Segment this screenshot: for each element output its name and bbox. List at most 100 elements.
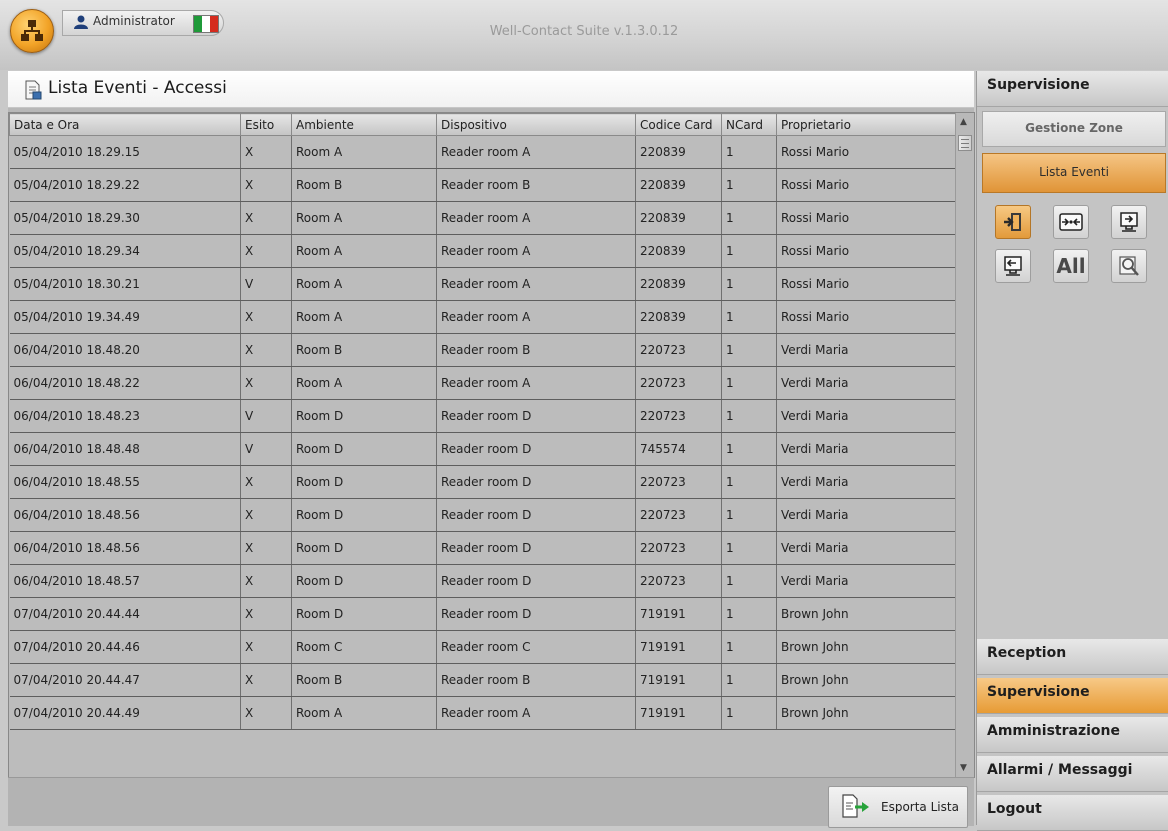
table-cell: Verdi Maria [776, 465, 956, 499]
page-title: Lista Eventi - Accessi [48, 78, 227, 98]
search-events-filter-button[interactable] [1111, 249, 1147, 283]
table-cell: X [240, 366, 292, 400]
table-row[interactable]: 06/04/2010 18.48.56 X Room D Reader room D2… [9, 531, 956, 565]
table-row[interactable]: 05/04/2010 19.34.49 X Room A Reader room A2… [9, 300, 956, 334]
table-cell: X [240, 465, 292, 499]
table-row[interactable]: 05/04/2010 18.30.21 V Room A Reader room A2… [9, 267, 956, 301]
table-cell: 06/04/2010 18.48.55 [9, 465, 241, 499]
column-header-ambiente[interactable]: Ambiente [291, 113, 437, 136]
scroll-down-icon[interactable]: ▼ [960, 763, 967, 773]
transit-events-filter-button[interactable] [1053, 205, 1089, 239]
table-row[interactable]: 06/04/2010 18.48.48 V Room D Reader room D7… [9, 432, 956, 466]
device-in-icon [1120, 212, 1138, 232]
table-cell: 1 [721, 135, 777, 169]
table-cell: Brown John [776, 630, 956, 664]
table-cell: Reader room D [436, 498, 636, 532]
export-list-label: Esporta Lista [881, 800, 959, 814]
table-row[interactable]: 06/04/2010 18.48.20 X Room B Reader room B2… [9, 333, 956, 367]
table-cell: 05/04/2010 18.29.30 [9, 201, 241, 235]
device-out-filter-button[interactable] [995, 249, 1031, 283]
table-cell: Rossi Mario [776, 300, 956, 334]
table-cell: Reader room D [436, 564, 636, 598]
vertical-scrollbar[interactable]: ▲ ▼ [955, 113, 974, 777]
table-cell: X [240, 333, 292, 367]
table-row[interactable]: 05/04/2010 18.29.15 X Room A Reader room A2… [9, 135, 956, 169]
device-in-filter-button[interactable] [1111, 205, 1147, 239]
table-cell: 1 [721, 663, 777, 697]
all-events-filter-button[interactable]: All [1053, 249, 1089, 283]
table-cell: 220839 [635, 267, 722, 301]
table-cell: Verdi Maria [776, 333, 956, 367]
table-cell: Reader room D [436, 432, 636, 466]
table-cell: Verdi Maria [776, 432, 956, 466]
table-cell: 1 [721, 201, 777, 235]
table-row[interactable]: 07/04/2010 20.44.49 X Room A Reader room A7… [9, 696, 956, 730]
sidebar-top-header[interactable]: Supervisione [977, 71, 1168, 107]
table-cell: Brown John [776, 597, 956, 631]
table-row[interactable]: 06/04/2010 18.48.23 V Room D Reader room D2… [9, 399, 956, 433]
table-cell: V [240, 399, 292, 433]
footer-bar: Esporta Lista [8, 777, 974, 828]
table-row[interactable]: 06/04/2010 18.48.55 X Room D Reader room D2… [9, 465, 956, 499]
table-cell: Room A [291, 135, 437, 169]
lista-eventi-button[interactable]: Lista Eventi [982, 153, 1166, 193]
table-row[interactable]: 05/04/2010 18.29.30 X Room A Reader room A2… [9, 201, 956, 235]
scroll-up-icon[interactable]: ▲ [960, 117, 967, 127]
section-reception[interactable]: Reception [977, 639, 1168, 675]
access-events-filter-button[interactable] [995, 205, 1031, 239]
table-cell: 220723 [635, 498, 722, 532]
events-grid[interactable]: Data e Ora Esito Ambiente Dispositivo Codice… [8, 112, 975, 778]
table-cell: 05/04/2010 18.29.15 [9, 135, 241, 169]
table-row[interactable]: 05/04/2010 18.29.34 X Room A Reader room A2… [9, 234, 956, 268]
table-cell: 719191 [635, 696, 722, 730]
table-cell: 220839 [635, 201, 722, 235]
table-cell: 07/04/2010 20.44.47 [9, 663, 241, 697]
gestione-zone-button[interactable]: Gestione Zone [982, 111, 1166, 147]
scroll-thumb[interactable] [958, 135, 972, 151]
section-amministrazione[interactable]: Amministrazione [977, 717, 1168, 753]
table-cell: 220723 [635, 531, 722, 565]
table-row[interactable]: 07/04/2010 20.44.46 X Room C Reader room C7… [9, 630, 956, 664]
table-cell: V [240, 432, 292, 466]
section-supervisione[interactable]: Supervisione [977, 678, 1168, 714]
table-cell: 06/04/2010 18.48.56 [9, 498, 241, 532]
table-row[interactable]: 07/04/2010 20.44.44 X Room D Reader room D7… [9, 597, 956, 631]
table-header-row: Data e Ora Esito Ambiente Dispositivo Codice… [9, 113, 956, 136]
section-allarmi-messaggi[interactable]: Allarmi / Messaggi [977, 756, 1168, 792]
table-cell: 07/04/2010 20.44.44 [9, 597, 241, 631]
app-title: Well-Contact Suite v.1.3.0.12 [489, 24, 679, 39]
column-header-dispositivo[interactable]: Dispositivo [436, 113, 636, 136]
table-row[interactable]: 05/04/2010 18.29.22 X Room B Reader room B2… [9, 168, 956, 202]
table-cell: X [240, 300, 292, 334]
table-cell: X [240, 663, 292, 697]
table-cell: Room A [291, 234, 437, 268]
table-row[interactable]: 06/04/2010 18.48.57 X Room D Reader room D2… [9, 564, 956, 598]
table-cell: Room A [291, 267, 437, 301]
transit-events-icon [1059, 213, 1083, 231]
table-cell: 06/04/2010 18.48.23 [9, 399, 241, 433]
table-cell: X [240, 201, 292, 235]
table-cell: 06/04/2010 18.48.22 [9, 366, 241, 400]
table-row[interactable]: 07/04/2010 20.44.47 X Room B Reader room B7… [9, 663, 956, 697]
column-header-codice-card[interactable]: Codice Card [635, 113, 722, 136]
column-header-proprietario[interactable]: Proprietario [776, 113, 956, 136]
section-logout[interactable]: Logout [977, 795, 1168, 831]
column-header-ncard[interactable]: NCard [721, 113, 777, 136]
column-header-data-ora[interactable]: Data e Ora [9, 113, 241, 136]
table-row[interactable]: 06/04/2010 18.48.56 X Room D Reader room D2… [9, 498, 956, 532]
sidebar: Supervisione Gestione Zone Lista Eventi [976, 71, 1168, 831]
table-cell: Room A [291, 366, 437, 400]
table-cell: 745574 [635, 432, 722, 466]
table-cell: Reader room B [436, 168, 636, 202]
table-cell: Room D [291, 597, 437, 631]
table-cell: Room A [291, 201, 437, 235]
column-header-esito[interactable]: Esito [240, 113, 292, 136]
table-cell: 1 [721, 300, 777, 334]
table-cell: 719191 [635, 630, 722, 664]
table-row[interactable]: 06/04/2010 18.48.22 X Room A Reader room A2… [9, 366, 956, 400]
table-cell: X [240, 597, 292, 631]
table-cell: 1 [721, 234, 777, 268]
access-events-icon [1004, 213, 1021, 231]
table-cell: 220839 [635, 234, 722, 268]
export-list-button[interactable]: Esporta Lista [828, 786, 968, 828]
